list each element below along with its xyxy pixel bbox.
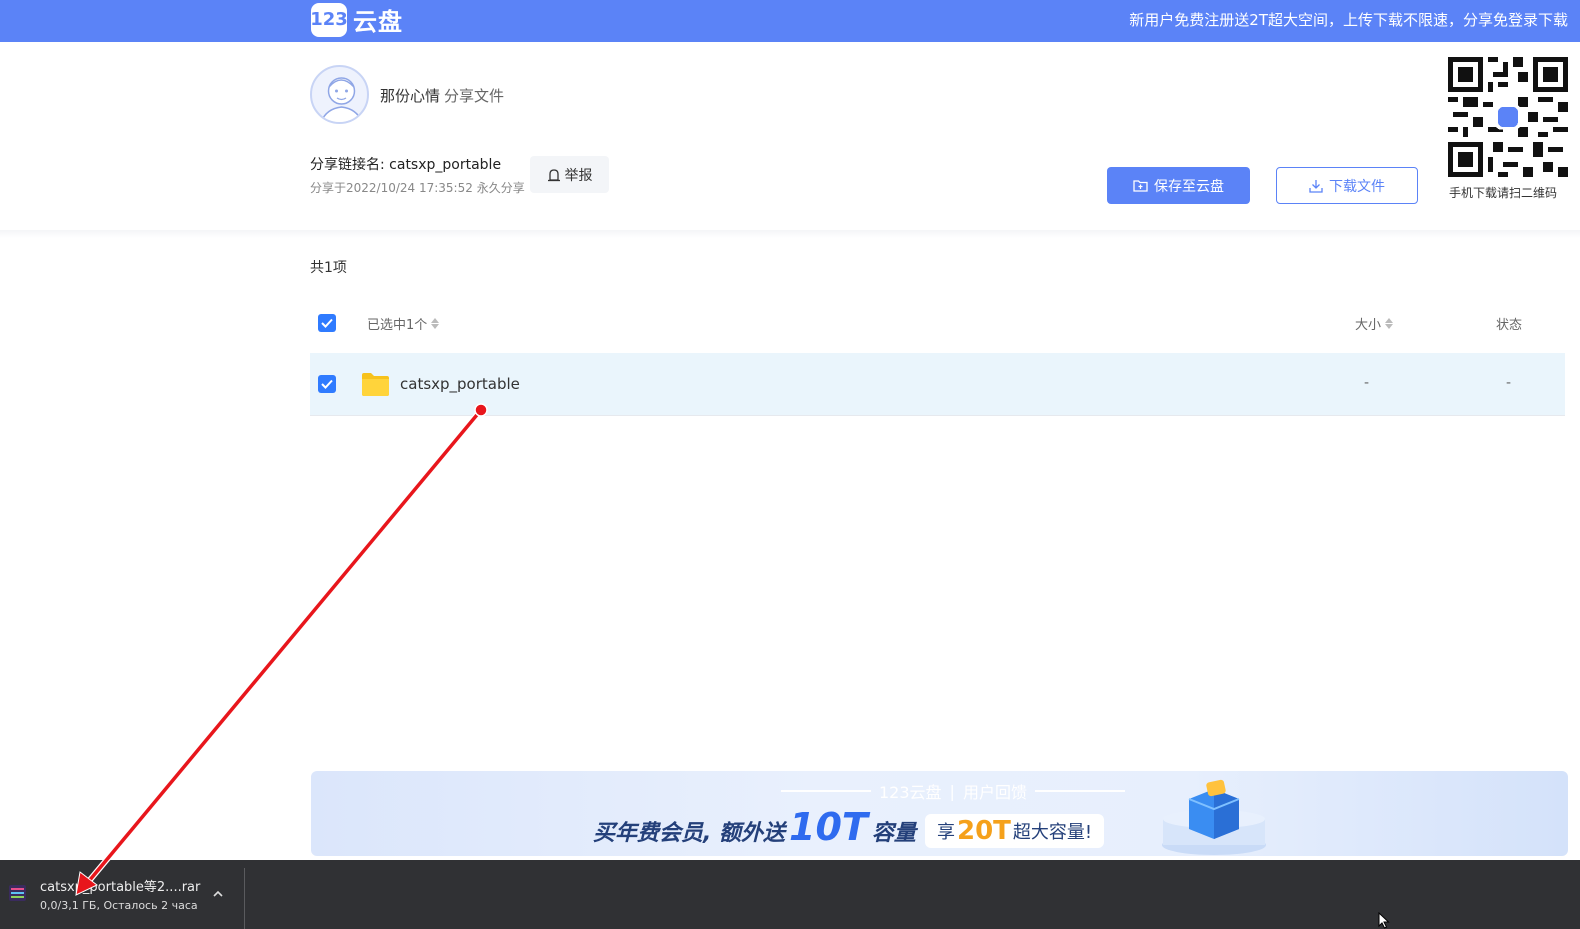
column-name-header[interactable]: 已选中1个 <box>367 314 440 333</box>
folder-save-icon <box>1133 180 1148 192</box>
banner-brand: 123云盘 <box>879 783 942 802</box>
chevron-up-icon[interactable] <box>210 886 226 902</box>
item-count: 共1项 <box>310 260 347 276</box>
banner-header: 123云盘 | 用户回馈 <box>781 779 1125 803</box>
select-all-checkbox[interactable] <box>318 314 336 332</box>
qr-code <box>1448 57 1568 177</box>
selected-count-label: 已选中1个 <box>367 318 428 333</box>
report-label: 举报 <box>564 167 593 184</box>
table-row[interactable]: catsxp_portable - - <box>310 353 1565 416</box>
banner-highlight: 10T <box>789 805 868 849</box>
chip-suffix: 超大容量! <box>1012 822 1093 843</box>
qr-caption: 手机下载请扫二维码 <box>1449 186 1558 200</box>
share-link-meta: 分享于2022/10/24 17:35:52 永久分享 <box>310 181 525 195</box>
user-line: 那份心情 分享文件 <box>380 85 504 106</box>
banner-line-left <box>781 790 871 792</box>
table-header: 已选中1个 大小 状态 <box>310 298 1565 350</box>
download-icon <box>1309 179 1323 193</box>
logo-text: 云盘 <box>353 8 403 36</box>
download-label: 下载文件 <box>1329 178 1385 195</box>
logo[interactable]: 123 云盘 <box>310 2 403 37</box>
section-divider <box>0 230 1580 238</box>
save-to-cloud-button[interactable]: 保存至云盘 <box>1107 167 1250 204</box>
check-icon <box>321 379 333 389</box>
chip-prefix: 享 <box>937 822 955 843</box>
avatar <box>310 65 369 124</box>
user-action: 分享文件 <box>444 87 505 105</box>
banner-text-prefix: 买年费会员, 额外送 <box>593 821 786 846</box>
file-name[interactable]: catsxp_portable <box>400 375 520 393</box>
gift-box-icon <box>1162 779 1266 855</box>
download-status: 0,0/3,1 ГБ, Осталось 2 часа <box>40 899 198 912</box>
size-header-label: 大小 <box>1355 318 1382 333</box>
banner-text-suffix: 容量 <box>871 821 916 846</box>
mouse-cursor-icon <box>1378 912 1390 929</box>
folder-icon <box>362 373 389 396</box>
promo-banner[interactable]: 123云盘 | 用户回馈 买年费会员, 额外送 10T 容量 享 20T 超大容… <box>311 771 1568 856</box>
top-bar: 123 云盘 新用户免费注册送2T超大空间，上传下载不限速，分享免登录下载 <box>0 0 1580 42</box>
check-icon <box>321 318 333 328</box>
banner-tag: 用户回馈 <box>962 783 1027 802</box>
download-file-name[interactable]: catsxp_portable等2....rar <box>40 876 200 895</box>
rar-archive-icon <box>9 885 26 901</box>
row-checkbox[interactable] <box>318 375 336 393</box>
promo-text[interactable]: 新用户免费注册送2T超大空间，上传下载不限速，分享免登录下载 <box>1129 9 1568 30</box>
banner-headline: 买年费会员, 额外送 10T 容量 <box>593 805 916 849</box>
report-button[interactable]: 举报 <box>530 156 609 193</box>
file-status: - <box>1506 375 1512 391</box>
chip-highlight: 20T <box>957 816 1011 846</box>
user-name: 那份心情 <box>380 87 441 105</box>
report-icon <box>547 168 560 181</box>
file-size: - <box>1364 375 1370 391</box>
banner-sep: | <box>949 781 955 801</box>
download-file-button[interactable]: 下载文件 <box>1276 167 1418 204</box>
sort-icon <box>1385 318 1394 329</box>
sort-icon <box>431 318 440 329</box>
column-status-header: 状态 <box>1496 318 1523 333</box>
banner-chip: 享 20T 超大容量! <box>925 814 1105 848</box>
share-link-title: 分享链接名: catsxp_portable <box>310 157 502 173</box>
logo-badge: 123 <box>310 2 348 37</box>
save-label: 保存至云盘 <box>1154 178 1224 195</box>
download-bar-separator <box>244 868 245 929</box>
column-size-header[interactable]: 大小 <box>1355 314 1394 333</box>
banner-line-right <box>1034 790 1125 792</box>
download-bar <box>0 860 1580 929</box>
